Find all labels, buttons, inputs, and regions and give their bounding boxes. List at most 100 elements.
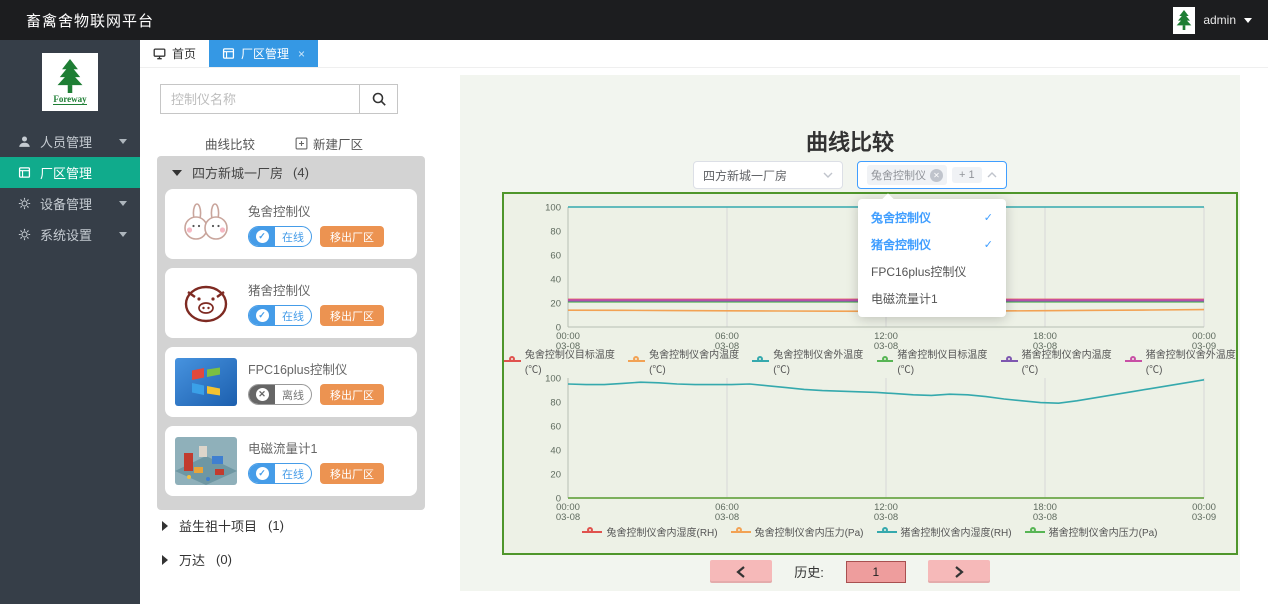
remove-from-factory-button[interactable]: 移出厂区 xyxy=(320,463,384,484)
factory-select[interactable]: 四方新城一厂房 xyxy=(693,161,843,189)
cross-circle-icon: ✕ xyxy=(249,385,275,404)
prev-page-button[interactable] xyxy=(710,560,772,583)
plus-square-icon xyxy=(295,137,308,150)
legend-marker-icon xyxy=(1125,356,1142,366)
caret-right-icon xyxy=(162,521,168,531)
svg-text:80: 80 xyxy=(550,398,561,409)
top-bar: 畜禽舍物联网平台 admin xyxy=(0,0,1268,40)
sidebar-item-label: 设备管理 xyxy=(40,194,92,213)
dropdown-option[interactable]: 兔舍控制仪✓ xyxy=(858,204,1006,231)
close-icon[interactable]: × xyxy=(298,47,305,61)
legend-item[interactable]: 兔舍控制仪舍内湿度(RH) xyxy=(582,524,717,539)
tree-icon xyxy=(55,59,85,93)
group-count: (4) xyxy=(293,165,309,180)
chevron-down-icon xyxy=(119,139,127,144)
device-card[interactable]: 电磁流量计1 ✓在线移出厂区 xyxy=(165,426,417,496)
svg-text:03-08: 03-08 xyxy=(556,512,580,522)
option-label: 猪舍控制仪 xyxy=(871,236,931,253)
option-label: 电磁流量计1 xyxy=(871,290,938,307)
gear-icon xyxy=(18,228,31,241)
user-menu[interactable]: admin xyxy=(1173,0,1252,40)
legend-marker-icon xyxy=(877,527,897,537)
app-title: 畜禽舍物联网平台 xyxy=(26,10,154,31)
svg-text:20: 20 xyxy=(550,299,561,310)
status-label: 离线 xyxy=(275,385,311,404)
sidebar-item-settings[interactable]: 系统设置 xyxy=(0,219,140,250)
svg-text:03-08: 03-08 xyxy=(715,512,739,522)
legend-label: 兔舍控制仪舍内压力(Pa) xyxy=(755,524,864,539)
brand-logo: Foreway xyxy=(42,53,98,111)
person-icon xyxy=(18,135,31,148)
sidebar-item-label: 厂区管理 xyxy=(40,163,92,182)
device-info: 兔舍控制仪✓在线移出厂区 xyxy=(248,201,384,247)
search-button[interactable] xyxy=(359,85,397,113)
sidebar-item-devices[interactable]: 设备管理 xyxy=(0,188,140,219)
group-name: 益生祖十项目 xyxy=(179,516,257,535)
device-actions: ✕离线移出厂区 xyxy=(248,384,384,405)
window-icon xyxy=(222,47,235,60)
status-label: 在线 xyxy=(275,306,311,325)
check-circle-icon: ✓ xyxy=(249,464,275,483)
remove-tag-icon[interactable]: ✕ xyxy=(930,169,943,182)
legend-marker-icon xyxy=(1001,356,1018,366)
dropdown-option[interactable]: 猪舍控制仪✓ xyxy=(858,231,1006,258)
tab-home[interactable]: 首页 xyxy=(140,40,209,67)
new-factory-button[interactable]: 新建厂区 xyxy=(295,134,363,153)
history-pagination: 历史: xyxy=(460,560,1240,583)
dropdown-option[interactable]: 电磁流量计1 xyxy=(858,285,1006,312)
device-group-collapsed[interactable]: 益生祖十项目(1) xyxy=(162,516,284,535)
device-info: 电磁流量计1 ✓在线移出厂区 xyxy=(248,438,384,484)
device-card[interactable]: FPC16plus控制仪✕离线移出厂区 xyxy=(165,347,417,417)
more-tags-badge: + 1 xyxy=(952,167,982,183)
sidebar: Foreway 人员管理厂区管理设备管理系统设置 xyxy=(0,40,140,604)
sidebar-item-label: 人员管理 xyxy=(40,132,92,151)
selected-device-tag: 兔舍控制仪 ✕ xyxy=(867,165,947,185)
device-group-header[interactable]: 四方新城一厂房 (4) xyxy=(157,156,425,189)
chevron-up-icon xyxy=(987,172,997,178)
svg-text:03-09: 03-09 xyxy=(1192,512,1216,522)
tab-bar: 首页厂区管理× xyxy=(140,40,1268,68)
legend-label: 猪舍控制仪舍内压力(Pa) xyxy=(1049,524,1158,539)
device-select[interactable]: 兔舍控制仪 ✕ + 1 xyxy=(857,161,1007,189)
device-name: 兔舍控制仪 xyxy=(248,201,384,220)
device-dropdown-popup: 兔舍控制仪✓猪舍控制仪✓FPC16plus控制仪电磁流量计1 xyxy=(858,199,1006,317)
sidebar-item-users[interactable]: 人员管理 xyxy=(0,126,140,157)
chevron-down-icon xyxy=(119,201,127,206)
svg-text:100: 100 xyxy=(545,374,561,385)
legend-marker-icon xyxy=(504,356,521,366)
dropdown-option[interactable]: FPC16plus控制仪 xyxy=(858,258,1006,285)
check-circle-icon: ✓ xyxy=(249,306,275,325)
status-label: 在线 xyxy=(275,464,311,483)
sidebar-item-factory[interactable]: 厂区管理 xyxy=(0,157,140,188)
legend-item[interactable]: 猪舍控制仪舍内湿度(RH) xyxy=(877,524,1012,539)
status-label: 在线 xyxy=(275,227,311,246)
search-input[interactable] xyxy=(161,85,359,113)
device-name: 电磁流量计1 xyxy=(248,438,384,457)
svg-text:20: 20 xyxy=(550,470,561,481)
device-card[interactable]: 猪舍控制仪✓在线移出厂区 xyxy=(165,268,417,338)
tab-label: 首页 xyxy=(172,45,196,62)
chevron-down-icon xyxy=(119,232,127,237)
next-page-button[interactable] xyxy=(928,560,990,583)
remove-from-factory-button[interactable]: 移出厂区 xyxy=(320,226,384,247)
svg-text:0: 0 xyxy=(556,494,561,505)
curve-compare-link[interactable]: 曲线比较 xyxy=(205,134,255,153)
tab-factory[interactable]: 厂区管理× xyxy=(209,40,318,67)
chevron-left-icon xyxy=(735,565,747,579)
device-group-collapsed[interactable]: 万达(0) xyxy=(162,550,284,569)
sidebar-menu: 人员管理厂区管理设备管理系统设置 xyxy=(0,126,140,250)
remove-from-factory-button[interactable]: 移出厂区 xyxy=(320,305,384,326)
legend-item[interactable]: 猪舍控制仪舍内压力(Pa) xyxy=(1025,524,1158,539)
device-card[interactable]: 兔舍控制仪✓在线移出厂区 xyxy=(165,189,417,259)
legend-marker-icon xyxy=(1025,527,1045,537)
remove-from-factory-button[interactable]: 移出厂区 xyxy=(320,384,384,405)
search-icon xyxy=(371,91,387,107)
device-info: FPC16plus控制仪✕离线移出厂区 xyxy=(248,359,384,405)
legend-item[interactable]: 兔舍控制仪舍内压力(Pa) xyxy=(731,524,864,539)
new-factory-label: 新建厂区 xyxy=(313,134,363,153)
group-name: 万达 xyxy=(179,550,205,569)
humidity-pressure-legend: 兔舍控制仪舍内湿度(RH) 兔舍控制仪舍内压力(Pa) 猪舍控制仪舍内湿度(RH) 猪… xyxy=(582,523,1157,540)
device-group-expanded: 四方新城一厂房 (4) 兔舍控制仪✓在线移出厂区猪舍控制仪✓在线移出厂区FPC1… xyxy=(157,156,425,510)
status-badge: ✕离线 xyxy=(248,384,312,405)
page-number-input[interactable] xyxy=(846,561,906,583)
